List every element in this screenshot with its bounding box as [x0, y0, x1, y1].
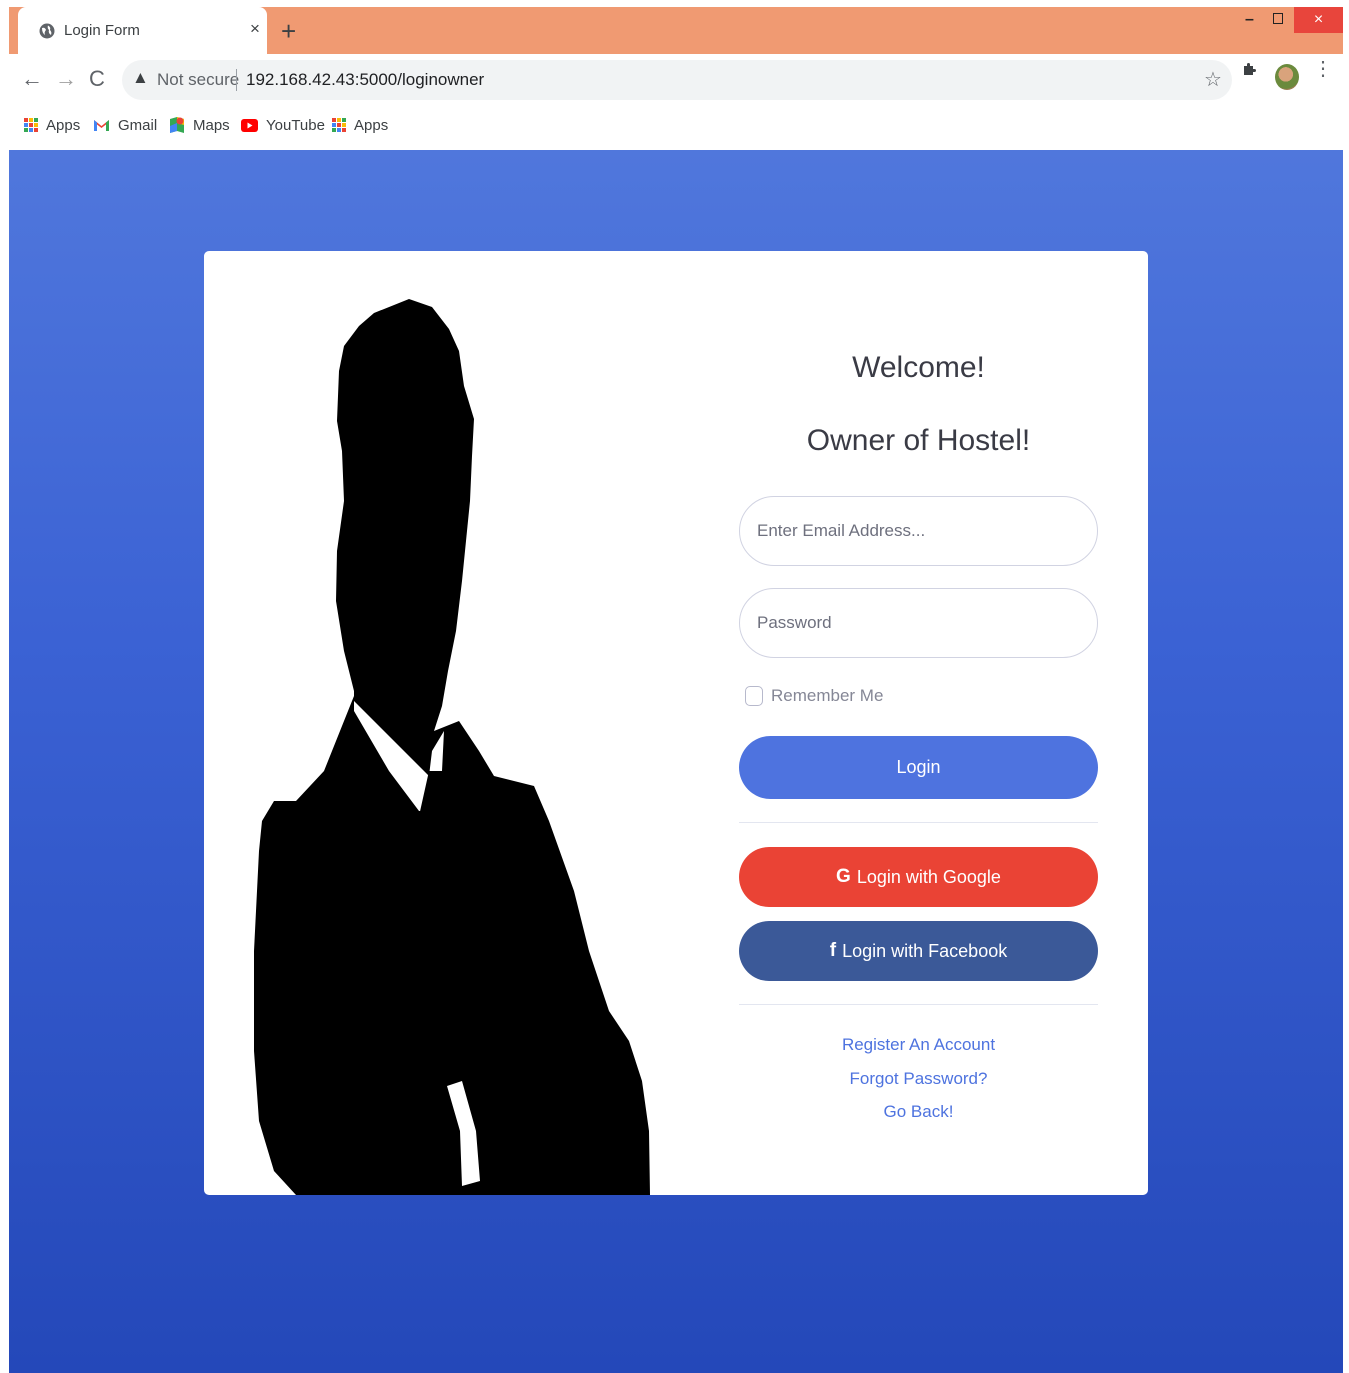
facebook-icon: f	[829, 940, 837, 961]
login-with-facebook-button[interactable]: f Login with Facebook	[739, 921, 1098, 981]
email-input[interactable]	[739, 496, 1098, 566]
youtube-icon	[241, 118, 258, 132]
address-separator	[236, 69, 237, 91]
bookmark-star-icon[interactable]: ☆	[1204, 67, 1222, 92]
login-card: Welcome! Owner of Hostel! Remember Me Lo…	[204, 251, 1148, 1195]
address-bar[interactable]: ▲ Not secure 192.168.42.43:5000/loginown…	[122, 60, 1232, 100]
owner-heading: Owner of Hostel!	[806, 424, 1031, 457]
browser-toolbar: ← → C ▲ Not secure 192.168.42.43:5000/lo…	[9, 54, 1343, 104]
not-secure-label[interactable]: Not secure	[157, 70, 239, 90]
forgot-password-link[interactable]: Forgot Password?	[739, 1069, 1098, 1089]
bookmark-label: Gmail	[118, 116, 158, 134]
login-button-label: Login	[896, 757, 941, 777]
maps-icon	[170, 117, 184, 133]
forward-icon[interactable]: →	[55, 66, 77, 92]
window-close-button[interactable]: ×	[1294, 7, 1343, 33]
maximize-icon[interactable]	[1273, 13, 1283, 24]
google-icon: G	[836, 866, 851, 887]
tab-strip: Login Form × + – ×	[9, 7, 1343, 54]
bookmark-apps[interactable]: Apps	[24, 114, 80, 136]
bookmark-label: Apps	[354, 116, 389, 134]
browser-menu-icon[interactable]: ⋮	[1313, 59, 1333, 79]
apps-grid-icon	[24, 118, 38, 132]
warning-icon[interactable]: ▲	[132, 68, 149, 88]
bookmarks-bar: Apps Gmail Maps YouTube Apps	[9, 104, 1343, 150]
gmail-icon	[94, 119, 109, 131]
browser-window: Login Form × + – × ← → C ▲ Not secure 19…	[9, 7, 1343, 1373]
bookmark-label: Apps	[46, 116, 81, 134]
bookmark-youtube[interactable]: YouTube	[241, 114, 325, 136]
profile-avatar[interactable]	[1275, 64, 1299, 90]
password-input[interactable]	[739, 588, 1098, 658]
minimize-icon[interactable]: –	[1245, 11, 1254, 29]
welcome-heading: Welcome!	[852, 351, 985, 384]
businessman-silhouette-image	[254, 299, 650, 1195]
tab-close-icon[interactable]: ×	[250, 19, 260, 39]
login-with-google-button[interactable]: G Login with Google	[739, 847, 1098, 907]
extensions-icon[interactable]	[1241, 62, 1257, 78]
login-button[interactable]: Login	[739, 736, 1098, 799]
divider	[739, 1004, 1098, 1005]
go-back-link[interactable]: Go Back!	[739, 1102, 1098, 1122]
bookmark-label: YouTube	[266, 116, 325, 134]
reload-icon[interactable]: C	[89, 66, 105, 92]
remember-me-row[interactable]: Remember Me	[745, 686, 883, 706]
remember-me-checkbox[interactable]	[745, 686, 763, 706]
tab-title: Login Form	[64, 22, 140, 39]
new-tab-button[interactable]: +	[281, 16, 296, 47]
url-text[interactable]: 192.168.42.43:5000/loginowner	[246, 70, 484, 90]
back-icon[interactable]: ←	[21, 66, 43, 92]
divider	[739, 822, 1098, 823]
remember-me-label[interactable]: Remember Me	[771, 686, 883, 706]
page-background: Welcome! Owner of Hostel! Remember Me Lo…	[9, 150, 1343, 1373]
register-account-link[interactable]: Register An Account	[739, 1035, 1098, 1055]
bookmark-apps-2[interactable]: Apps	[332, 114, 388, 136]
bookmark-maps[interactable]: Maps	[169, 114, 230, 136]
apps-grid-icon	[332, 118, 346, 132]
tab-login-form[interactable]: Login Form ×	[18, 7, 267, 54]
google-button-label: Login with Google	[856, 866, 1001, 887]
bookmark-gmail[interactable]: Gmail	[93, 114, 157, 136]
globe-icon	[39, 23, 55, 39]
bookmark-label: Maps	[193, 116, 230, 134]
facebook-button-label: Login with Facebook	[842, 940, 1008, 961]
